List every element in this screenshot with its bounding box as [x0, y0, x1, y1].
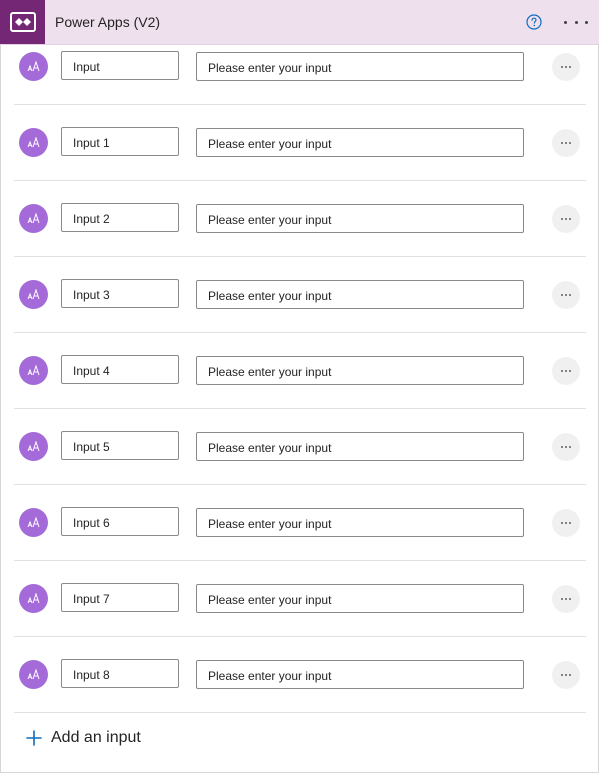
help-circle-icon[interactable] — [526, 14, 542, 30]
input-row: Input 7 Please enter your input — [14, 561, 586, 637]
row-more-icon[interactable] — [552, 433, 580, 461]
input-name-field[interactable]: Input 7 — [61, 583, 179, 612]
input-description-field[interactable]: Please enter your input — [196, 280, 524, 309]
row-more-icon[interactable] — [552, 205, 580, 233]
row-more-icon[interactable] — [552, 357, 580, 385]
input-description-field[interactable]: Please enter your input — [196, 660, 524, 689]
input-name-field[interactable]: Input 1 — [61, 127, 179, 156]
input-row: Input 5 Please enter your input — [14, 409, 586, 485]
input-description-field[interactable]: Please enter your input — [196, 52, 524, 81]
input-description-field[interactable]: Please enter your input — [196, 584, 524, 613]
card-header[interactable]: Power Apps (V2) — [0, 0, 599, 45]
row-more-icon[interactable] — [552, 509, 580, 537]
row-more-icon[interactable] — [552, 281, 580, 309]
input-row: Input 1 Please enter your input — [14, 105, 586, 181]
input-name-field[interactable]: Input 4 — [61, 355, 179, 384]
input-row: Input 3 Please enter your input — [14, 257, 586, 333]
input-description-field[interactable]: Please enter your input — [196, 204, 524, 233]
text-type-icon — [19, 356, 48, 385]
text-type-icon — [19, 280, 48, 309]
input-row: Input 6 Please enter your input — [14, 485, 586, 561]
plus-icon — [26, 730, 42, 746]
add-input-label: Add an input — [51, 729, 141, 746]
row-more-icon[interactable] — [552, 661, 580, 689]
input-name-field[interactable]: Input 8 — [61, 659, 179, 688]
text-type-icon — [19, 508, 48, 537]
input-row: Input Please enter your input — [14, 44, 586, 105]
input-row: Input 2 Please enter your input — [14, 181, 586, 257]
row-more-icon[interactable] — [552, 585, 580, 613]
more-horizontal-icon[interactable] — [564, 16, 588, 28]
input-description-field[interactable]: Please enter your input — [196, 356, 524, 385]
row-more-icon[interactable] — [552, 53, 580, 81]
add-input-button[interactable]: Add an input — [26, 727, 141, 749]
input-name-field[interactable]: Input 2 — [61, 203, 179, 232]
text-type-icon — [19, 204, 48, 233]
input-row: Input 4 Please enter your input — [14, 333, 586, 409]
text-type-icon — [19, 52, 48, 81]
text-type-icon — [19, 128, 48, 157]
power-apps-icon — [0, 0, 45, 44]
input-name-field[interactable]: Input 5 — [61, 431, 179, 460]
input-row: Input 8 Please enter your input — [14, 637, 586, 713]
input-name-field[interactable]: Input — [61, 51, 179, 80]
card-title: Power Apps (V2) — [55, 14, 161, 30]
input-description-field[interactable]: Please enter your input — [196, 432, 524, 461]
input-name-field[interactable]: Input 3 — [61, 279, 179, 308]
text-type-icon — [19, 660, 48, 689]
input-name-field[interactable]: Input 6 — [61, 507, 179, 536]
input-list: Input Please enter your input Input 1 Pleas… — [14, 44, 586, 713]
text-type-icon — [19, 584, 48, 613]
input-description-field[interactable]: Please enter your input — [196, 128, 524, 157]
text-type-icon — [19, 432, 48, 461]
row-more-icon[interactable] — [552, 129, 580, 157]
input-description-field[interactable]: Please enter your input — [196, 508, 524, 537]
